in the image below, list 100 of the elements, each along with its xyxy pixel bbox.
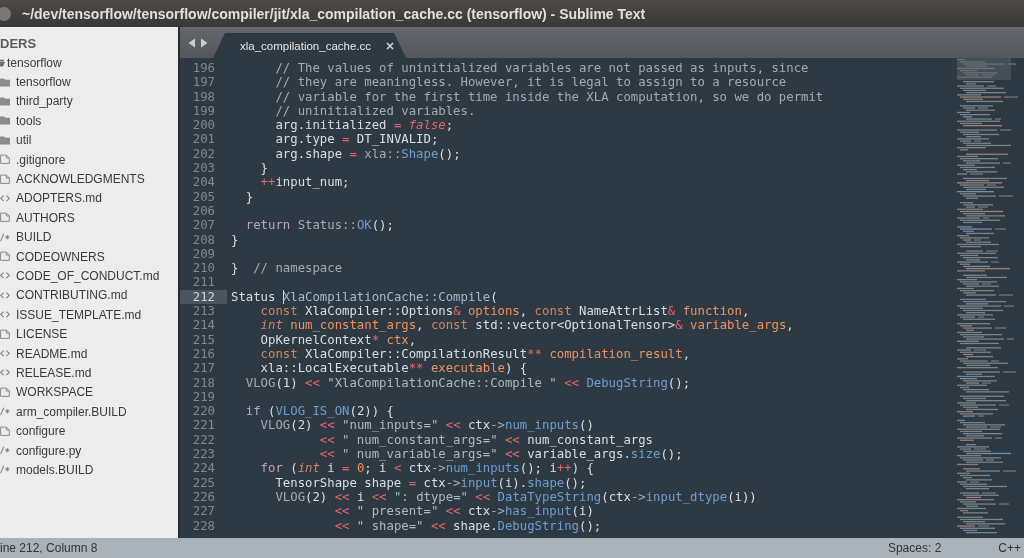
line-number: 200: [192, 118, 215, 133]
code-line: TensorShape shape = ctx->input(i).shape();: [274, 475, 587, 490]
line-number: 227: [192, 504, 215, 519]
sidebar-header: DERS: [0, 35, 37, 53]
sidebar-item[interactable]: configure: [0, 421, 66, 441]
sidebar-item[interactable]: AUTHORS: [0, 208, 75, 228]
line-number: 216: [192, 346, 215, 361]
cursor-position: ine 212, Column 8: [0, 541, 98, 555]
file-icon: [0, 212, 10, 224]
code-line: // they are meaningless. However, it is legal to assign to a resource: [274, 75, 787, 90]
line-number: 224: [192, 461, 215, 476]
file-icon: [0, 251, 10, 263]
line-number: 207: [192, 218, 215, 233]
line-number: 225: [192, 475, 215, 490]
sidebar-item[interactable]: LICENSE: [0, 324, 68, 344]
code-line: for (int i = 0; i < ctx->num_inputs(); i++) {: [259, 461, 594, 476]
file-icon: [0, 386, 10, 398]
code-line: VLOG(1) << "XlaCompilationCache::Compile " << DebugString();: [244, 375, 691, 390]
code-line: arg.shape = xla::Shape();: [274, 146, 461, 162]
left-arrow-icon[interactable]: [188, 37, 196, 48]
line-number: 214: [192, 318, 215, 333]
sidebar-item[interactable]: third_party: [0, 91, 73, 112]
line-number: 199: [192, 103, 215, 118]
line-number: 222: [192, 432, 215, 447]
editor-tab[interactable]: xla_compilation_cache.cc: [213, 33, 407, 58]
code-line: // uninitialized variables.: [274, 103, 476, 119]
sidebar-item[interactable]: tools: [0, 111, 42, 131]
window-control-icon[interactable]: [0, 6, 12, 21]
code-line: xla::LocalExecutable** executable) {: [259, 361, 528, 376]
file-icon: [0, 173, 10, 185]
code-line: if (VLOG_IS_ON(2)) {: [244, 404, 394, 419]
indentation-setting[interactable]: Spaces: 2: [887, 541, 942, 555]
sidebar-item[interactable]: .gitignore: [0, 149, 66, 170]
syntax-setting[interactable]: C++: [998, 541, 1021, 555]
code-line: return Status::OK();: [244, 218, 394, 233]
line-number: 220: [192, 404, 215, 419]
code-line: // The values of uninitialized variables are not passed as inputs, since: [274, 61, 809, 76]
line-number: 209: [192, 246, 215, 261]
code-line: const XlaCompiler::Options& options, const NameAttrList& function,: [259, 304, 750, 319]
code-line: OpKernelContext* ctx,: [259, 332, 417, 347]
sidebar-item[interactable]: util: [0, 130, 32, 150]
code-line: arg.type = DT_INVALID;: [274, 132, 439, 147]
sidebar-item[interactable]: arm_compiler.BUILD: [0, 402, 127, 422]
code-line: ++input_num;: [259, 175, 350, 190]
line-number: 203: [192, 161, 215, 176]
sidebar-item[interactable]: tensorflow: [0, 72, 71, 92]
file-icon: [0, 425, 10, 437]
sidebar-item[interactable]: CODEOWNERS: [0, 246, 105, 267]
line-number: 206: [192, 203, 215, 218]
line-number: 226: [192, 489, 215, 504]
code-line: << " num_constant_args=" << num_constant_args: [318, 432, 654, 447]
line-number: 202: [192, 146, 215, 161]
code-line: << " shape=" << shape.DebugString();: [333, 518, 602, 533]
slash-asterisk-icon: [0, 231, 10, 243]
line-number: 211: [192, 275, 215, 290]
right-arrow-icon[interactable]: [200, 37, 208, 48]
code-brackets-icon: [0, 289, 10, 301]
sidebar-item[interactable]: CONTRIBUTING.md: [0, 285, 128, 306]
code-line: << " present=" << ctx->has_input(i): [333, 504, 594, 519]
sidebar-item[interactable]: models.BUILD: [0, 460, 94, 480]
line-number: 215: [192, 332, 215, 347]
file-icon: [0, 154, 10, 166]
slash-asterisk-icon: [0, 406, 10, 418]
sidebar-item[interactable]: RELEASE.md: [0, 363, 92, 383]
file-icon: [0, 328, 10, 340]
code-line: arg.initialized = false;: [274, 118, 454, 133]
line-number: 204: [192, 175, 215, 190]
sidebar-item[interactable]: WORKSPACE: [0, 382, 94, 403]
sidebar-item[interactable]: BUILD: [0, 227, 52, 247]
line-number: 228: [192, 518, 215, 533]
slash-asterisk-icon: [0, 464, 10, 476]
slash-asterisk-icon: [0, 445, 10, 456]
code-line: }: [231, 232, 239, 247]
line-number: 208: [192, 232, 215, 247]
sidebar-item[interactable]: tensorflow: [0, 53, 62, 73]
line-number: 219: [192, 389, 215, 404]
sidebar-item[interactable]: ACKNOWLEDGMENTS: [0, 169, 145, 189]
line-number: 213: [192, 304, 215, 319]
code-line: int num_constant_args, const std::vector<OptionalTensor>& variable_args,: [259, 318, 794, 333]
close-icon[interactable]: [386, 41, 395, 50]
sidebar-item[interactable]: ADOPTERS.md: [0, 188, 102, 209]
sidebar-item[interactable]: ISSUE_TEMPLATE.md: [0, 305, 142, 325]
code-line: VLOG(2) << "num_inputs=" << ctx->num_inputs(): [259, 418, 594, 433]
sidebar-item[interactable]: README.md: [0, 343, 88, 364]
line-number: 218: [192, 375, 215, 390]
code-brackets-icon: [0, 192, 10, 204]
sidebar-item[interactable]: configure.py: [0, 440, 82, 461]
code-line: }: [259, 161, 269, 176]
line-number: 212: [192, 289, 215, 304]
line-number: 198: [192, 89, 215, 104]
window-title: ~/dev/tensorflow/tensorflow/compiler/jit/xla_compilation_cache.cc (tensorflow) - Sublime Text: [22, 5, 646, 22]
line-number: 217: [192, 361, 215, 376]
line-number: 210: [192, 261, 215, 276]
code-line: VLOG(2) << i << ": dtype=" << DataTypeString(ctx->input_dtype(i)): [274, 489, 757, 505]
line-number: 223: [192, 447, 215, 461]
line-number: 197: [192, 75, 215, 90]
code-line: } // namespace: [231, 261, 343, 276]
sidebar-item[interactable]: CODE_OF_CONDUCT.md: [0, 266, 160, 286]
line-number: 205: [192, 189, 215, 204]
line-number: 196: [192, 61, 215, 75]
